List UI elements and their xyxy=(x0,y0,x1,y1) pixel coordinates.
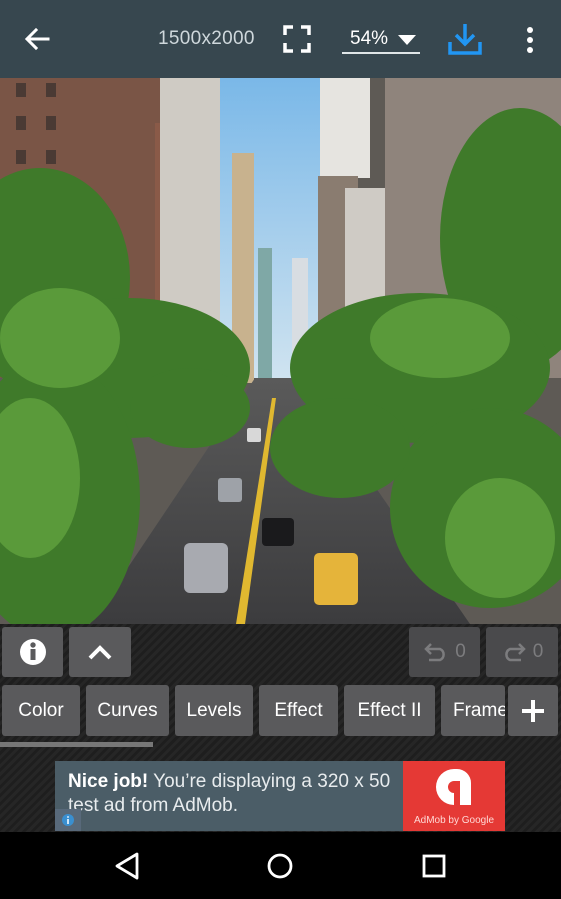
save-download-button[interactable] xyxy=(446,20,484,58)
info-button[interactable] xyxy=(2,627,63,677)
undo-count: 0 xyxy=(455,641,466,662)
tab-label: Effect II xyxy=(357,699,422,721)
photo-canvas[interactable] xyxy=(0,78,561,624)
top-toolbar: 1500x2000 54% xyxy=(0,0,561,78)
undo-button[interactable]: 0 xyxy=(409,627,480,677)
tab-frame[interactable]: Frame xyxy=(441,685,505,736)
collapse-panel-button[interactable] xyxy=(69,627,131,677)
tab-label: Curves xyxy=(97,699,158,721)
fullscreen-icon xyxy=(283,25,311,53)
ad-info-icon xyxy=(62,814,74,826)
redo-button[interactable]: 0 xyxy=(486,627,558,677)
photo-editor-screen: 1500x2000 54% 0 0 Color Curves Levels Ef… xyxy=(0,0,561,899)
tab-effect[interactable]: Effect xyxy=(259,685,338,736)
tab-label: Levels xyxy=(186,699,242,721)
ad-headline: Nice job! xyxy=(68,771,149,792)
info-circle-icon xyxy=(19,639,46,665)
fit-screen-button[interactable] xyxy=(282,24,312,54)
nav-recents-icon xyxy=(422,854,446,878)
more-options-button[interactable] xyxy=(518,24,542,56)
nav-back-icon xyxy=(115,852,139,880)
plus-icon xyxy=(522,699,544,722)
redo-icon xyxy=(504,643,526,662)
zoom-level-dropdown[interactable]: 54% xyxy=(342,24,420,54)
back-button[interactable] xyxy=(20,24,54,54)
admob-icon xyxy=(436,769,471,805)
admob-brand-label: AdMob by Google xyxy=(413,815,495,826)
zoom-level-value: 54% xyxy=(350,28,389,49)
arrow-left-icon xyxy=(24,27,50,51)
tab-label: Color xyxy=(18,699,64,721)
tab-levels[interactable]: Levels xyxy=(175,685,253,736)
system-navigation-bar xyxy=(0,832,561,899)
tab-label: Frame xyxy=(453,699,505,721)
add-tool-button[interactable] xyxy=(508,685,558,736)
nav-back-button[interactable] xyxy=(111,850,145,882)
image-dimensions: 1500x2000 xyxy=(158,28,255,49)
nav-home-icon xyxy=(267,853,293,879)
chevron-up-icon xyxy=(88,645,112,660)
nav-home-button[interactable] xyxy=(263,850,297,882)
street-photo xyxy=(0,78,561,624)
tab-curves[interactable]: Curves xyxy=(86,685,169,736)
editor-controls: 0 0 Color Curves Levels Effect Effect II… xyxy=(0,624,561,832)
tab-effect-ii[interactable]: Effect II xyxy=(344,685,435,736)
redo-count: 0 xyxy=(532,641,544,662)
tab-label: Effect xyxy=(274,699,323,721)
tabs-scrollbar[interactable] xyxy=(0,742,153,747)
tab-color[interactable]: Color xyxy=(2,685,80,736)
ad-banner[interactable]: Nice job! You’re displaying a 320 x 50 t… xyxy=(55,761,505,831)
ad-info-button[interactable] xyxy=(55,809,81,831)
more-vertical-icon xyxy=(527,27,533,53)
undo-icon xyxy=(424,643,445,662)
admob-logo: AdMob by Google xyxy=(403,761,505,831)
ad-text: Nice job! You’re displaying a 320 x 50 t… xyxy=(68,770,408,818)
dropdown-triangle-icon xyxy=(398,35,416,45)
download-icon xyxy=(448,24,482,55)
nav-recents-button[interactable] xyxy=(417,850,451,882)
